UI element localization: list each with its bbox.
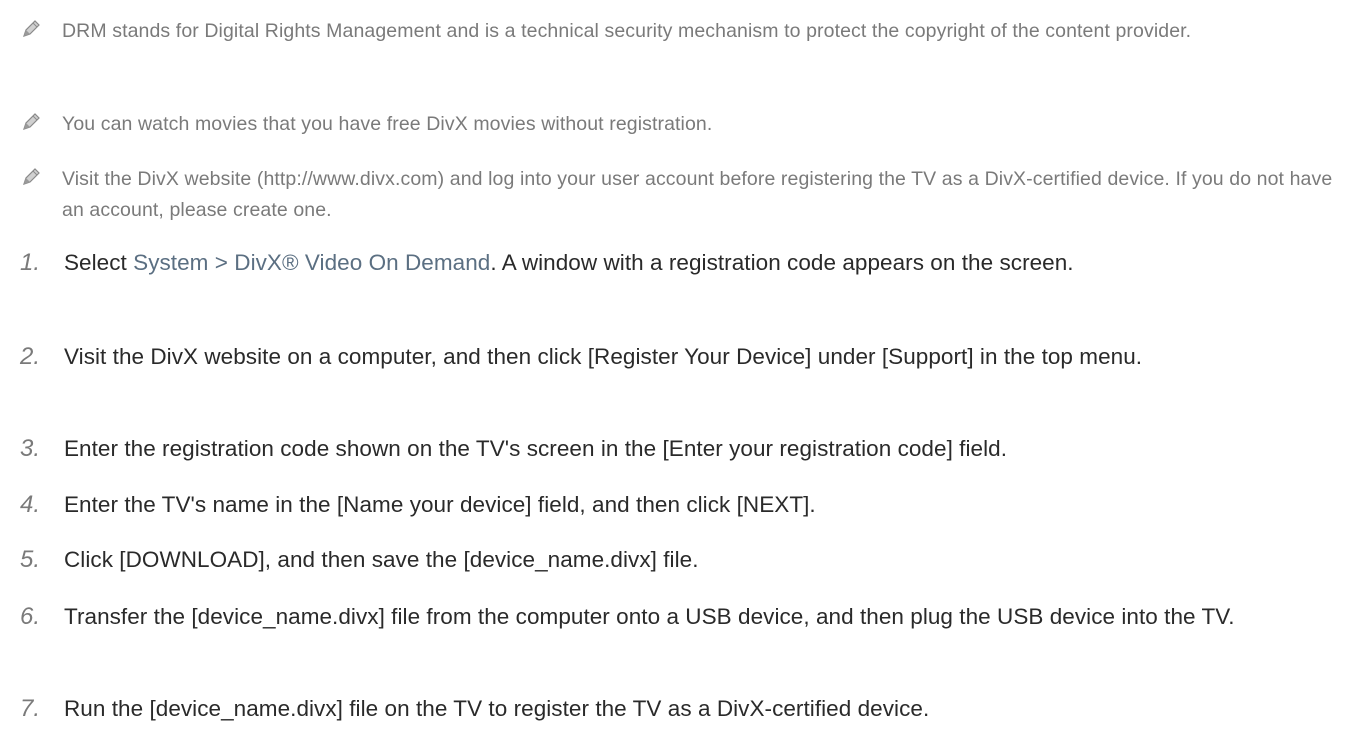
- step-number: 3.: [20, 435, 41, 462]
- step-7: 7. Run the [device_name.divx] file on th…: [20, 692, 1340, 725]
- note-text: DRM stands for Digital Rights Management…: [62, 20, 1192, 42]
- step-5: 5. Click [DOWNLOAD], and then save the […: [20, 543, 1340, 576]
- step-number: 6.: [20, 603, 41, 630]
- step-2: 2. Visit the DivX website on a computer,…: [20, 340, 1340, 373]
- step-text: Enter the registration code shown on the…: [64, 436, 1007, 461]
- step-6: 6. Transfer the [device_name.divx] file …: [20, 600, 1340, 633]
- step-text: Transfer the [device_name.divx] file fro…: [64, 604, 1235, 629]
- step-4: 4. Enter the TV's name in the [Name your…: [20, 488, 1340, 521]
- menu-divx-vod: DivX® Video On Demand: [234, 250, 491, 275]
- pencil-icon: [23, 20, 40, 37]
- step-number: 2.: [20, 343, 41, 370]
- step-text: Click [DOWNLOAD], and then save the [dev…: [64, 547, 699, 572]
- step-number: 1.: [20, 249, 41, 276]
- step-number: 4.: [20, 491, 41, 518]
- step-1: 1. Select System > DivX® Video On Demand…: [20, 246, 1340, 279]
- step-text: Select System > DivX® Video On Demand. A…: [64, 246, 1074, 279]
- step-number: 5.: [20, 546, 41, 573]
- note-text: You can watch movies that you have free …: [62, 113, 713, 135]
- pencil-icon: [23, 113, 40, 130]
- note-visit-website: Visit the DivX website (http://www.divx.…: [20, 164, 1340, 226]
- menu-separator: >: [208, 250, 235, 275]
- note-drm: DRM stands for Digital Rights Management…: [20, 16, 1340, 47]
- step-text: Run the [device_name.divx] file on the T…: [64, 696, 930, 721]
- pencil-icon: [23, 168, 40, 185]
- step-3: 3. Enter the registration code shown on …: [20, 432, 1340, 465]
- step-text-post: . A window with a registration code appe…: [490, 250, 1074, 275]
- step-text: Enter the TV's name in the [Name your de…: [64, 492, 816, 517]
- note-free-movies: You can watch movies that you have free …: [20, 109, 1340, 140]
- step-number: 7.: [20, 695, 41, 722]
- menu-system: System: [133, 250, 209, 275]
- note-text: Visit the DivX website (http://www.divx.…: [62, 168, 1333, 221]
- step-text-pre: Select: [64, 250, 134, 275]
- step-text: Visit the DivX website on a computer, an…: [64, 344, 1143, 369]
